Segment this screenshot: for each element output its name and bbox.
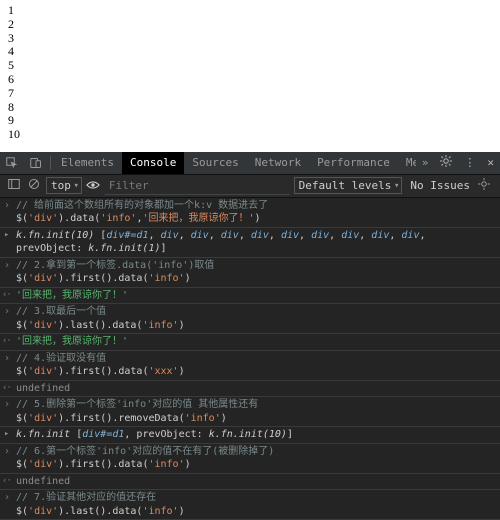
tab-memory[interactable]: Memory <box>398 152 416 174</box>
log-levels-label: Default levels <box>299 179 392 192</box>
context-selector[interactable]: top <box>46 177 82 194</box>
number-line: 1 <box>8 4 492 18</box>
number-line: 9 <box>8 114 492 128</box>
console-input-group: // 4.验证取没有值$('div').first().data('xxx') <box>0 351 500 381</box>
settings-gear-icon[interactable] <box>434 155 458 170</box>
number-line: 7 <box>8 87 492 101</box>
console-output[interactable]: // 给前面这个数组所有的对象都加一个k:v 数据进去了$('div').dat… <box>0 198 500 520</box>
page-content: 1 2 3 4 5 6 7 8 9 10 <box>0 0 500 152</box>
number-line: 6 <box>8 73 492 87</box>
console-output-line: undefined <box>0 474 500 491</box>
console-output-line: undefined <box>0 381 500 398</box>
number-line: 4 <box>8 45 492 59</box>
console-result: k.fn.init [div#=d1, prevObject: k.fn.ini… <box>0 427 500 444</box>
log-levels-selector[interactable]: Default levels <box>294 177 403 194</box>
sidebar-toggle-icon[interactable] <box>6 178 22 193</box>
console-output-line: '回来把，我原谅你了！' <box>0 334 500 351</box>
tab-sources[interactable]: Sources <box>184 152 246 174</box>
tab-console[interactable]: Console <box>122 152 184 174</box>
number-line: 5 <box>8 59 492 73</box>
close-icon[interactable]: ✕ <box>481 156 500 169</box>
number-line: 10 <box>8 128 492 142</box>
console-input-group: // 给前面这个数组所有的对象都加一个k:v 数据进去了$('div').dat… <box>0 198 500 228</box>
issues-count[interactable]: No Issues <box>410 179 470 192</box>
device-toggle-icon[interactable] <box>24 157 48 169</box>
tab-elements[interactable]: Elements <box>53 152 122 174</box>
console-input-group: // 6.第一个标签'info'对应的值不在有了(被删除掉了)$('div').… <box>0 444 500 474</box>
devtools-tabbar: Elements Console Sources Network Perform… <box>0 152 500 175</box>
number-line: 3 <box>8 32 492 46</box>
console-toolbar: top Default levels No Issues <box>0 175 500 198</box>
more-tabs-icon[interactable]: » <box>416 156 435 169</box>
console-input-group: // 3.取最后一个值$('div').last().data('info') <box>0 304 500 334</box>
context-label: top <box>51 179 71 192</box>
tab-performance[interactable]: Performance <box>309 152 398 174</box>
console-input-group: // 7.验证其他对应的值还存在$('div').last().data('in… <box>0 490 500 520</box>
devtools-panel: Elements Console Sources Network Perform… <box>0 152 500 520</box>
tab-strip: Elements Console Sources Network Perform… <box>53 152 416 174</box>
filter-input[interactable] <box>104 176 290 195</box>
number-line: 2 <box>8 18 492 32</box>
console-output-line: '回来把，我原谅你了！' <box>0 288 500 305</box>
clear-console-icon[interactable] <box>26 178 42 193</box>
tab-network[interactable]: Network <box>247 152 309 174</box>
number-line: 8 <box>8 101 492 115</box>
live-expression-icon[interactable] <box>86 179 100 193</box>
console-settings-gear-icon[interactable] <box>474 178 494 193</box>
kebab-menu-icon[interactable]: ⋮ <box>458 156 481 169</box>
inspect-icon[interactable] <box>0 157 24 169</box>
console-input-group: // 2.拿到第一个标签.data('info')取值$('div').firs… <box>0 258 500 288</box>
console-input-group: // 5.删除第一个标签'info'对应的值 其他属性还有$('div').fi… <box>0 397 500 427</box>
divider <box>50 156 51 170</box>
console-result: k.fn.init(10) [div#=d1, div, div, div, d… <box>0 228 500 258</box>
